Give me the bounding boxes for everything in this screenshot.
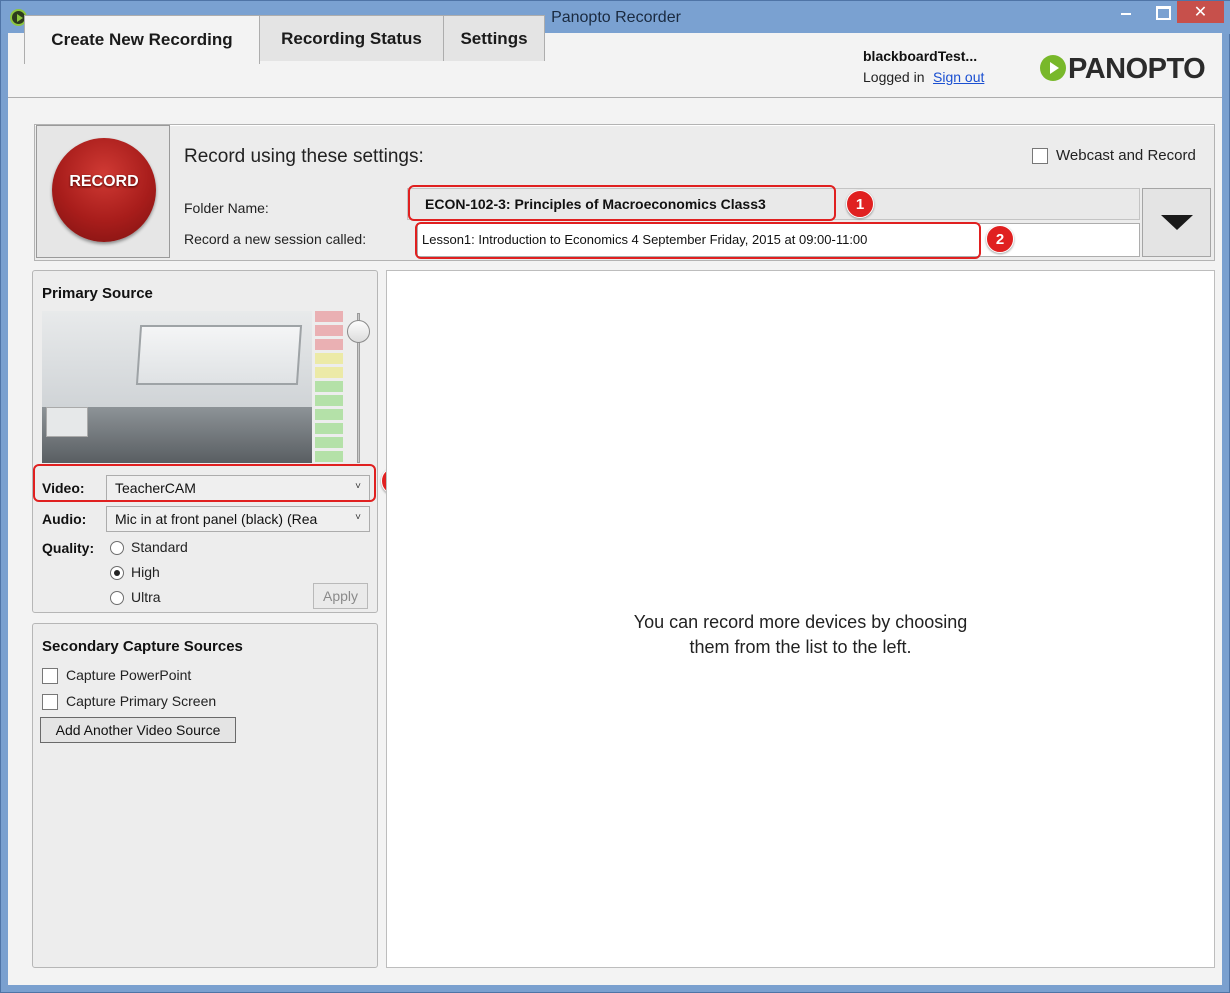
empty-devices-message: You can record more devices by choosing …	[386, 610, 1215, 660]
meter-cell	[315, 339, 343, 350]
maximize-button[interactable]	[1145, 1, 1179, 23]
record-button[interactable]: RECORD	[36, 125, 170, 258]
camera-whiteboard	[135, 325, 303, 385]
record-circle: RECORD	[52, 138, 156, 242]
capture-screen-label: Capture Primary Screen	[66, 693, 217, 709]
meter-cell	[315, 325, 343, 336]
meter-cell	[315, 395, 343, 406]
quality-ultra-radio[interactable]	[110, 591, 124, 605]
webcast-checkbox[interactable]	[1032, 148, 1048, 164]
tab-label: Create New Recording	[51, 30, 233, 49]
session-name-label: Record a new session called:	[184, 231, 367, 247]
annotation-highlight-folder	[408, 185, 836, 221]
secondary-sources-title: Secondary Capture Sources	[42, 638, 243, 655]
apply-button[interactable]: Apply	[313, 583, 368, 609]
meter-cell	[315, 381, 343, 392]
quality-high-label: High	[131, 564, 160, 580]
tab-divider	[8, 97, 1222, 98]
meter-cell	[315, 353, 343, 364]
audio-level-meter	[315, 311, 345, 463]
message-line-1: You can record more devices by choosing	[633, 612, 968, 632]
tab-label: Settings	[460, 28, 528, 48]
quality-standard-label: Standard	[131, 539, 188, 555]
play-circle-icon	[1040, 55, 1066, 81]
minimize-button[interactable]	[1109, 1, 1145, 23]
audio-select[interactable]: Mic in at front panel (black) (Rea ˅	[106, 506, 370, 532]
meter-cell	[315, 367, 343, 378]
capture-screen-checkbox[interactable]	[42, 694, 58, 710]
close-icon: ✕	[1193, 4, 1208, 21]
meter-cell	[315, 423, 343, 434]
folder-name-label: Folder Name:	[184, 200, 269, 216]
chevron-down-icon: ˅	[355, 512, 361, 523]
annotation-highlight-session	[415, 222, 981, 259]
tab-create-new-recording[interactable]: Create New Recording	[24, 15, 260, 64]
meter-cell	[315, 451, 343, 462]
triangle-down-icon	[1160, 215, 1193, 230]
webcast-label: Webcast and Record	[1056, 147, 1196, 164]
sign-out-link[interactable]: Sign out	[933, 69, 984, 85]
panopto-logo: PANOPTO	[1068, 53, 1206, 85]
annotation-badge-2: 2	[986, 225, 1014, 253]
tab-settings[interactable]: Settings	[443, 15, 545, 61]
record-heading: Record using these settings:	[184, 146, 424, 167]
capture-powerpoint-label: Capture PowerPoint	[66, 667, 192, 683]
annotation-badge-1: 1	[846, 190, 874, 218]
close-button[interactable]: ✕	[1177, 1, 1224, 23]
volume-slider-thumb[interactable]	[347, 320, 370, 343]
login-status: Logged in	[863, 69, 925, 85]
meter-cell	[315, 437, 343, 448]
add-video-source-button[interactable]: Add Another Video Source	[40, 717, 236, 743]
tab-recording-status[interactable]: Recording Status	[259, 15, 444, 61]
record-label: RECORD	[69, 173, 139, 190]
camera-object	[46, 407, 88, 437]
user-name: blackboardTest...	[863, 48, 978, 64]
quality-label: Quality:	[42, 540, 95, 556]
meter-cell	[315, 311, 343, 322]
tab-label: Recording Status	[281, 28, 422, 48]
annotation-highlight-video	[33, 464, 376, 502]
capture-powerpoint-checkbox[interactable]	[42, 668, 58, 684]
primary-source-title: Primary Source	[42, 285, 153, 302]
meter-cell	[315, 409, 343, 420]
quality-high-radio[interactable]	[110, 566, 124, 580]
audio-label: Audio:	[42, 511, 87, 527]
quality-ultra-label: Ultra	[131, 589, 161, 605]
quality-standard-radio[interactable]	[110, 541, 124, 555]
folder-dropdown-button[interactable]	[1142, 188, 1211, 257]
camera-preview	[42, 311, 312, 463]
audio-select-value: Mic in at front panel (black) (Rea	[115, 511, 318, 527]
message-line-2: them from the list to the left.	[689, 637, 912, 657]
